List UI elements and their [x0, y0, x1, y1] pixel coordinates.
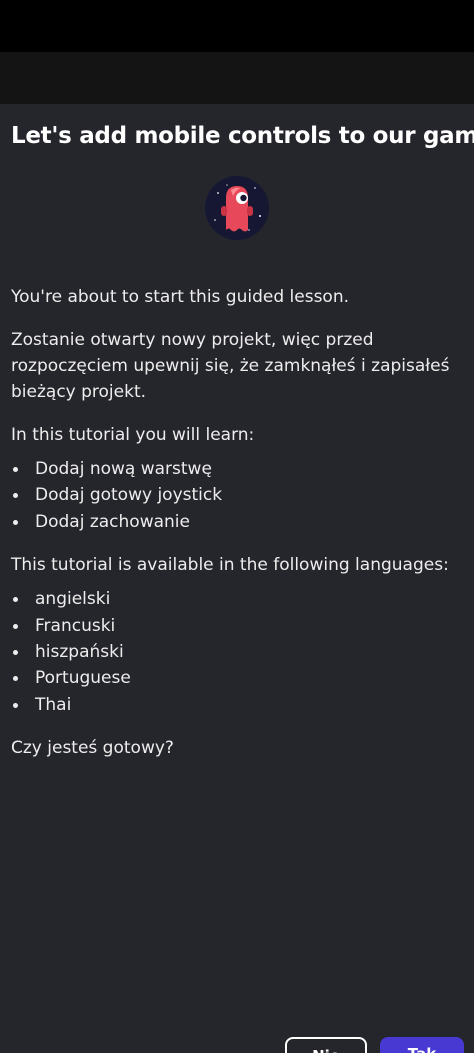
yes-button[interactable]: Tak	[380, 1037, 464, 1053]
languages-heading: This tutorial is available in the follow…	[11, 555, 449, 576]
list-item: hiszpański	[11, 639, 466, 665]
list-item: Francuski	[11, 613, 466, 639]
dialog-title: Let's add mobile controls to our game	[11, 123, 474, 149]
dialog-content: You're about to start this guided lesson…	[11, 284, 466, 778]
list-item: Portuguese	[11, 665, 466, 691]
list-item: angielski	[11, 586, 466, 612]
red-robot-astronaut-icon	[205, 176, 269, 240]
status-bar	[0, 0, 474, 52]
intro-text: You're about to start this guided lesson…	[11, 287, 350, 307]
no-button[interactable]: Nie	[285, 1037, 367, 1053]
tutorial-dialog: Let's add mobile controls to our game Yo…	[0, 104, 474, 1053]
new-project-warning: Zostanie otwarty nowy projekt, więc prze…	[11, 330, 450, 402]
list-item: Thai	[11, 692, 466, 718]
dimmed-backdrop	[0, 52, 474, 104]
learn-list: Dodaj nową warstwę Dodaj gotowy joystick…	[11, 456, 466, 535]
learn-heading: In this tutorial you will learn:	[11, 425, 255, 445]
list-item: Dodaj nową warstwę	[11, 456, 466, 482]
list-item: Dodaj gotowy joystick	[11, 482, 466, 508]
list-item: Dodaj zachowanie	[11, 509, 466, 535]
ready-question: Czy jesteś gotowy?	[11, 738, 174, 759]
languages-list: angielski Francuski hiszpański Portugues…	[11, 586, 466, 718]
